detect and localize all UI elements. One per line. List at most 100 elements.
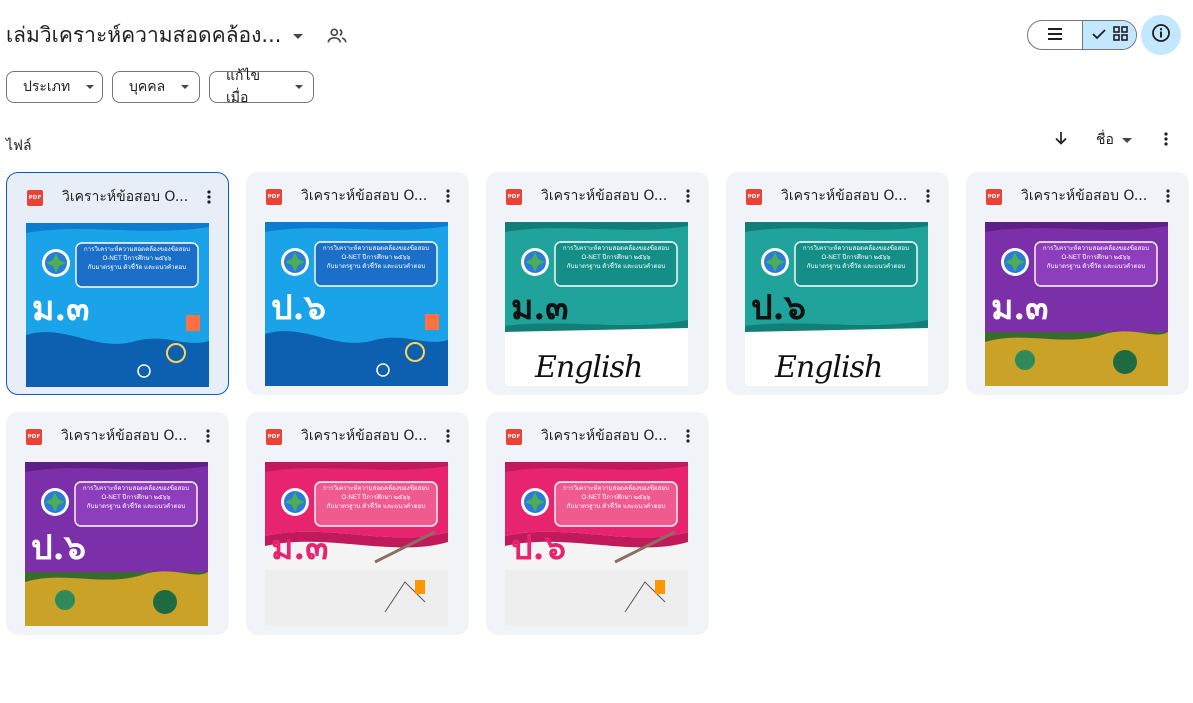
pdf-icon: PDF bbox=[746, 189, 762, 205]
pdf-icon: PDF bbox=[26, 429, 42, 445]
cover-caption: การวิเคราะห์ความสอดคล้องของข้อสอบ O-NET … bbox=[77, 484, 195, 511]
file-card-header: PDF วิเคราะห์ข้อสอบ O... bbox=[726, 172, 949, 220]
pdf-icon: PDF bbox=[266, 429, 282, 445]
cover-line-1: การวิเคราะห์ความสอดคล้องของข้อสอบ bbox=[562, 485, 670, 492]
cover-line-2: O-NET ปีการศึกษา ๒๕๖๖ bbox=[1061, 254, 1131, 261]
pdf-icon: PDF bbox=[506, 429, 522, 445]
cover-line-1: การวิเคราะห์ความสอดคล้องของข้อสอบ bbox=[82, 485, 190, 492]
cover-caption: การวิเคราะห์ความสอดคล้องของข้อสอบ O-NET … bbox=[1037, 244, 1155, 271]
file-card[interactable]: PDF วิเคราะห์ข้อสอบ O... การวิเคราะห์ควา… bbox=[6, 172, 229, 395]
file-thumbnail: การวิเคราะห์ความสอดคล้องของข้อสอบ O-NET … bbox=[26, 223, 209, 387]
folder-title-dropdown[interactable]: เล่มวิเคราะห์ความสอดคล้อง... bbox=[6, 20, 304, 50]
cover-caption: การวิเคราะห์ความสอดคล้องของข้อสอบ O-NET … bbox=[317, 484, 435, 511]
caret-down-icon bbox=[295, 85, 303, 89]
cover-grade: ป.๖ bbox=[31, 528, 87, 568]
cover-line-2: O-NET ปีการศึกษา ๒๕๖๖ bbox=[581, 254, 651, 261]
sort-direction-button[interactable] bbox=[1049, 128, 1073, 152]
file-more-button[interactable] bbox=[197, 185, 221, 209]
file-card-header: PDF วิเคราะห์ข้อสอบ O... bbox=[246, 412, 469, 460]
cover-line-3: กับมาตรฐาน ตัวชี้วัด และแนวคำตอบ bbox=[1046, 263, 1146, 270]
people-icon[interactable] bbox=[326, 25, 348, 47]
filter-modified-chip[interactable]: แก้ไขเมื่อ bbox=[209, 68, 314, 106]
file-more-button[interactable] bbox=[676, 184, 700, 208]
filter-modified-label: แก้ไขเมื่อ bbox=[226, 68, 261, 106]
check-icon bbox=[1091, 26, 1107, 45]
cover-line-2: O-NET ปีการศึกษา ๒๕๖๖ bbox=[821, 254, 891, 261]
filter-type-chip[interactable]: ประเภท bbox=[6, 71, 103, 103]
file-card[interactable]: PDF วิเคราะห์ข้อสอบ O... การวิเคราะห์ควา… bbox=[246, 412, 469, 635]
file-thumbnail: การวิเคราะห์ความสอดคล้องของข้อสอบ O-NET … bbox=[985, 222, 1168, 386]
file-name: วิเคราะห์ข้อสอบ O... bbox=[541, 188, 668, 204]
caret-down-icon bbox=[181, 85, 190, 89]
file-thumbnail: การวิเคราะห์ความสอดคล้องของข้อสอบ O-NET … bbox=[505, 462, 688, 626]
info-button[interactable] bbox=[1141, 15, 1181, 55]
more-options-button[interactable] bbox=[1154, 128, 1178, 152]
pdf-icon: PDF bbox=[266, 189, 282, 205]
filter-type-label: ประเภท bbox=[23, 79, 71, 95]
book-cover-art: การวิเคราะห์ความสอดคล้องของข้อสอบ O-NET … bbox=[265, 222, 448, 386]
file-card-header: PDF วิเคราะห์ข้อสอบ O... bbox=[246, 172, 469, 220]
file-more-button[interactable] bbox=[916, 184, 940, 208]
cover-grade: ม.๓ bbox=[991, 288, 1049, 328]
cover-line-3: กับมาตรฐาน ตัวชี้วัด และแนวคำตอบ bbox=[87, 264, 187, 271]
more-vert-icon bbox=[446, 429, 450, 443]
file-thumbnail: การวิเคราะห์ความสอดคล้องของข้อสอบ O-NET … bbox=[505, 222, 688, 386]
file-name: วิเคราะห์ข้อสอบ O... bbox=[61, 428, 188, 444]
view-toggle bbox=[1027, 20, 1137, 50]
file-name: วิเคราะห์ข้อสอบ O... bbox=[781, 188, 908, 204]
filter-people-label: บุคคล bbox=[129, 79, 166, 95]
folder-title: เล่มวิเคราะห์ความสอดคล้อง... bbox=[6, 23, 282, 47]
cover-grade: ป.๖ bbox=[751, 288, 807, 328]
book-cover-art: การวิเคราะห์ความสอดคล้องของข้อสอบ O-NET … bbox=[745, 222, 928, 386]
grid-view-button[interactable] bbox=[1081, 21, 1136, 49]
file-name: วิเคราะห์ข้อสอบ O... bbox=[301, 188, 428, 204]
filter-people-chip[interactable]: บุคคล bbox=[112, 71, 200, 103]
list-view-button[interactable] bbox=[1028, 21, 1082, 49]
cover-line-3: กับมาตรฐาน ตัวชี้วัด และแนวคำตอบ bbox=[566, 263, 666, 270]
cover-line-1: การวิเคราะห์ความสอดคล้องของข้อสอบ bbox=[322, 485, 430, 492]
file-more-button[interactable] bbox=[436, 424, 460, 448]
cover-english: English bbox=[775, 350, 883, 385]
header: เล่มวิเคราะห์ความสอดคล้อง... bbox=[0, 0, 1193, 70]
file-more-button[interactable] bbox=[676, 424, 700, 448]
file-more-button[interactable] bbox=[436, 184, 460, 208]
cover-line-3: กับมาตรฐาน ตัวชี้วัด และแนวคำตอบ bbox=[86, 503, 186, 510]
more-vert-icon bbox=[1164, 131, 1168, 150]
book-cover-art: การวิเคราะห์ความสอดคล้องของข้อสอบ O-NET … bbox=[26, 223, 209, 387]
file-card[interactable]: PDF วิเคราะห์ข้อสอบ O... การวิเคราะห์ควา… bbox=[966, 172, 1189, 395]
file-name: วิเคราะห์ข้อสอบ O... bbox=[62, 189, 189, 205]
more-vert-icon bbox=[686, 189, 690, 203]
file-card[interactable]: PDF วิเคราะห์ข้อสอบ O... การวิเคราะห์ควา… bbox=[486, 412, 709, 635]
grid-icon bbox=[1113, 25, 1128, 45]
cover-caption: การวิเคราะห์ความสอดคล้องของข้อสอบ O-NET … bbox=[557, 484, 675, 511]
file-card-header: PDF วิเคราะห์ข้อสอบ O... bbox=[6, 412, 229, 460]
files-section-label: ไฟล์ bbox=[6, 138, 32, 154]
file-more-button[interactable] bbox=[196, 424, 220, 448]
file-more-button[interactable] bbox=[1156, 184, 1180, 208]
more-vert-icon bbox=[686, 429, 690, 443]
cover-grade: ม.๓ bbox=[32, 289, 90, 329]
file-thumbnail: การวิเคราะห์ความสอดคล้องของข้อสอบ O-NET … bbox=[265, 222, 448, 386]
cover-line-3: กับมาตรฐาน ตัวชี้วัด และแนวคำตอบ bbox=[326, 503, 426, 510]
pdf-icon: PDF bbox=[27, 190, 43, 206]
file-card[interactable]: PDF วิเคราะห์ข้อสอบ O... การวิเคราะห์ควา… bbox=[726, 172, 949, 395]
sort-by-button[interactable]: ชื่อ bbox=[1090, 127, 1138, 153]
book-cover-art: การวิเคราะห์ความสอดคล้องของข้อสอบ O-NET … bbox=[265, 462, 448, 626]
cover-grade: ม.๓ bbox=[511, 288, 569, 328]
cover-line-2: O-NET ปีการศึกษา ๒๕๖๖ bbox=[341, 254, 411, 261]
file-card-header: PDF วิเคราะห์ข้อสอบ O... bbox=[486, 412, 709, 460]
cover-line-2: O-NET ปีการศึกษา ๒๕๖๖ bbox=[101, 494, 171, 501]
info-icon bbox=[1151, 23, 1171, 47]
cover-line-1: การวิเคราะห์ความสอดคล้องของข้อสอบ bbox=[322, 245, 430, 252]
file-thumbnail: การวิเคราะห์ความสอดคล้องของข้อสอบ O-NET … bbox=[265, 462, 448, 626]
file-card-header: PDF วิเคราะห์ข้อสอบ O... bbox=[486, 172, 709, 220]
file-card[interactable]: PDF วิเคราะห์ข้อสอบ O... การวิเคราะห์ควา… bbox=[6, 412, 229, 635]
pdf-icon: PDF bbox=[506, 189, 522, 205]
cover-english: English bbox=[535, 350, 643, 385]
cover-line-3: กับมาตรฐาน ตัวชี้วัด และแนวคำตอบ bbox=[806, 263, 906, 270]
file-name: วิเคราะห์ข้อสอบ O... bbox=[541, 428, 668, 444]
file-card[interactable]: PDF วิเคราะห์ข้อสอบ O... การวิเคราะห์ควา… bbox=[246, 172, 469, 395]
file-card[interactable]: PDF วิเคราะห์ข้อสอบ O... การวิเคราะห์ควา… bbox=[486, 172, 709, 395]
book-cover-art: การวิเคราะห์ความสอดคล้องของข้อสอบ O-NET … bbox=[25, 462, 208, 626]
more-vert-icon bbox=[1166, 189, 1170, 203]
